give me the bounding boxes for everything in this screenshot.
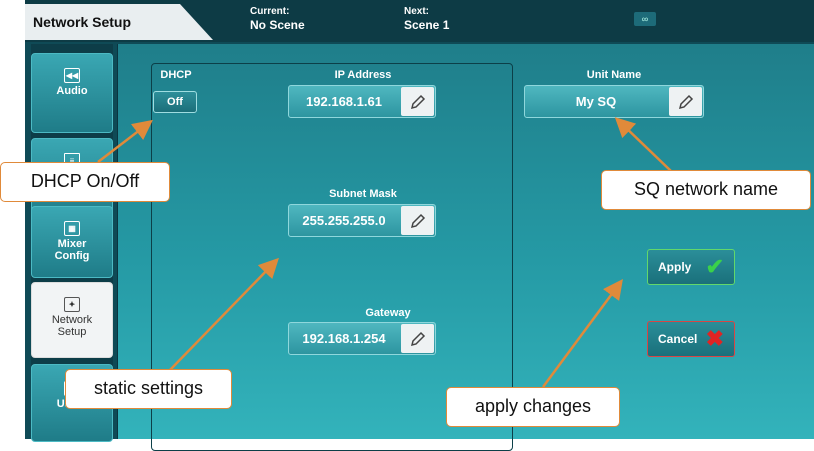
static-settings-callout-arrow bbox=[169, 257, 279, 371]
network-name-callout-arrow bbox=[614, 117, 673, 173]
callout-apply-changes: apply changes bbox=[446, 387, 620, 427]
dhcp-callout-arrow bbox=[97, 119, 153, 163]
callout-network-name: SQ network name bbox=[601, 170, 811, 210]
callout-static-settings: static settings bbox=[65, 369, 232, 409]
apply-callout-arrow bbox=[541, 278, 623, 388]
callout-dhcp: DHCP On/Off bbox=[0, 162, 170, 202]
